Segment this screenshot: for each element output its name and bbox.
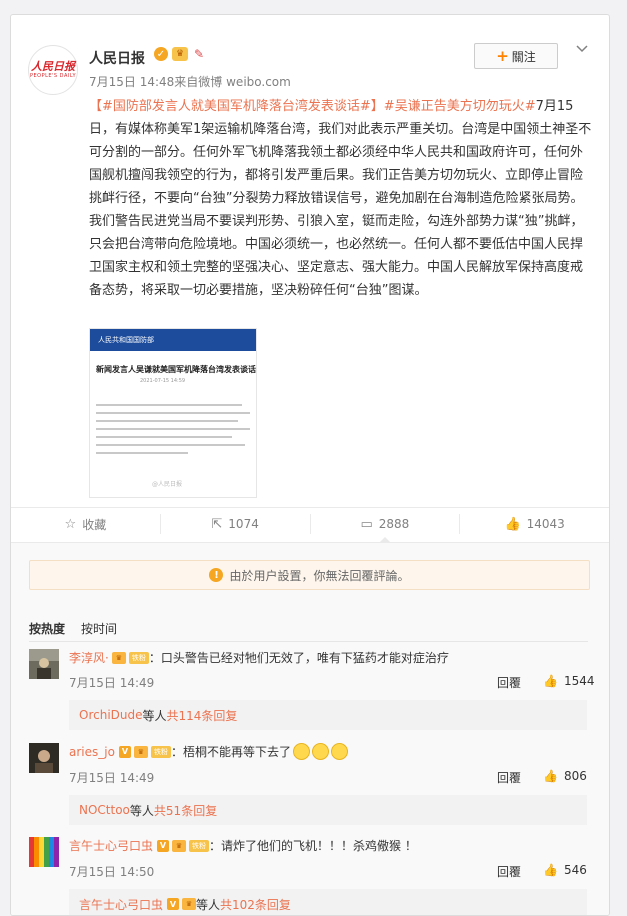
- plus-icon: +: [496, 47, 509, 65]
- comment-text: ：请炸了他们的飞机！！！杀鸡儆猴 ！: [209, 839, 417, 853]
- tab-sort-time[interactable]: 按时间: [81, 620, 117, 637]
- tab-sort-hot[interactable]: 按热度: [29, 620, 65, 637]
- follow-label: 關注: [511, 49, 536, 64]
- thumbs-up-icon: 👍: [504, 516, 521, 532]
- like-button[interactable]: 👍 14043: [459, 514, 609, 534]
- reply-count-link[interactable]: 共114条回复: [167, 707, 238, 724]
- image-header-bar: 人民共和国国防部: [90, 329, 256, 351]
- comment-like-button[interactable]: 👍 806: [543, 769, 587, 783]
- post-body-text: 7月15日，有媒体称美军1架运输机降落台湾，我们对此表示严重关切。台湾是中国领土…: [89, 99, 592, 298]
- weibo-post-card: 人民日报 PEOPLE'S DAILY 人民日报 ✓ ♛ ✎ 7月15日 14:…: [10, 14, 610, 916]
- comments-section: ! 由於用户設置，你無法回覆評論。 按热度 按时间 李淳风· ♛ 铁粉 ：口头警…: [11, 542, 609, 915]
- commenter-name[interactable]: 李淳风·: [69, 649, 109, 666]
- reply-button[interactable]: 回覆: [497, 863, 521, 880]
- chevron-down-icon[interactable]: [574, 41, 590, 57]
- comment-line: aries_jo V ♛ 铁粉 ：梧桐不能再等下去了: [69, 743, 348, 760]
- fan-badge: 铁粉: [150, 745, 171, 758]
- image-date: 2021-07-15 14:59: [140, 378, 186, 384]
- smile-emoji-icon: [292, 743, 310, 760]
- commenter-name[interactable]: aries_jo: [69, 745, 115, 759]
- image-text-lines: [96, 404, 250, 454]
- like-count: 14043: [526, 517, 565, 531]
- avatar-logo-subtext: PEOPLE'S DAILY: [29, 72, 77, 79]
- repost-count: 1074: [228, 517, 259, 531]
- reply-button[interactable]: 回覆: [497, 769, 521, 786]
- reply-mid-text: 等人: [142, 708, 167, 723]
- post-image[interactable]: 人民共和国国防部 新闻发言人吴谦就美国军机降落台湾发表谈话 2021-07-15…: [89, 328, 257, 498]
- reply-count-link[interactable]: 共51条回复: [154, 802, 217, 819]
- thumbs-up-icon: 👍: [543, 863, 558, 877]
- comment-count: 2888: [378, 517, 410, 531]
- repost-button[interactable]: ⇱ 1074: [159, 514, 310, 534]
- smile-emoji-icon: [311, 743, 329, 760]
- comment-line: 言午士心弓口虫 V ♛ 铁粉 ：请炸了他们的飞机！！！杀鸡儆猴 ！: [69, 837, 417, 854]
- gift-icon: ✎: [193, 47, 205, 61]
- author-name[interactable]: 人民日报: [89, 48, 145, 68]
- star-icon: ☆: [64, 516, 77, 532]
- reply-user[interactable]: OrchiDude: [79, 708, 143, 722]
- comment-like-button[interactable]: 👍 546: [543, 863, 587, 877]
- warning-icon: !: [209, 568, 224, 582]
- comment-time: 7月15日 14:49: [69, 676, 155, 690]
- reply-mid-text: 等人: [129, 803, 154, 818]
- avatar-logo-text: 人民日报: [31, 59, 75, 73]
- comment-like-count: 806: [563, 769, 587, 783]
- post-meta: 7月15日 14:48来自微博 weibo.com: [89, 75, 291, 89]
- comment-like-button[interactable]: 👍 1544: [543, 674, 595, 688]
- notice-text: 由於用户設置，你無法回覆評論。: [229, 568, 410, 583]
- verified-icon: ✓: [154, 47, 168, 61]
- verified-icon: V: [157, 839, 170, 852]
- comment-time: 7月15日 14:50: [69, 865, 155, 879]
- repost-icon: ⇱: [211, 516, 223, 532]
- author-avatar[interactable]: 人民日报 PEOPLE'S DAILY: [28, 45, 78, 95]
- avatar[interactable]: [29, 837, 59, 867]
- reply-count-link[interactable]: 共102条回复: [220, 896, 291, 913]
- avatar[interactable]: [29, 649, 59, 679]
- fan-badge: 铁粉: [189, 839, 210, 852]
- post-action-bar: ☆ 收藏 ⇱ 1074 ▭ 2888 👍 14043: [11, 507, 609, 543]
- fan-badge: 铁粉: [128, 651, 149, 664]
- vip-icon: ♛: [133, 745, 148, 758]
- replies-summary[interactable]: NOCttoo 等人 共51条回复: [69, 795, 587, 825]
- verified-icon: V: [167, 898, 180, 910]
- vip-icon: ♛: [111, 651, 126, 664]
- smile-emoji-icon: [330, 743, 348, 760]
- reply-button[interactable]: 回覆: [497, 674, 521, 691]
- comment-button[interactable]: ▭ 2888: [309, 514, 460, 543]
- commenter-name[interactable]: 言午士心弓口虫: [69, 837, 153, 854]
- comment-line: 李淳风· ♛ 铁粉 ：口头警告已经对牠们无效了，唯有下猛药才能对症治疗: [69, 649, 449, 666]
- divider: [29, 641, 588, 642]
- comment-time: 7月15日 14:49: [69, 771, 155, 785]
- replies-summary[interactable]: OrchiDude 等人 共114条回复: [69, 700, 587, 730]
- image-watermark: @人民日报: [152, 481, 183, 488]
- follow-button[interactable]: + 關注: [474, 43, 558, 69]
- author-badges: ✓ ♛ ✎: [154, 47, 206, 61]
- vip-icon: ♛: [172, 839, 187, 852]
- reply-mid-text: 等人: [196, 897, 221, 912]
- comment-text: ：口头警告已经对牠们无效了，唯有下猛药才能对症治疗: [148, 651, 449, 665]
- comment-text: ：梧桐不能再等下去了: [170, 745, 291, 759]
- comment-sort-tabs: 按热度 按时间: [29, 620, 133, 637]
- favorite-button[interactable]: ☆ 收藏: [11, 514, 160, 534]
- hashtag-link[interactable]: #吴谦正告美方切勿玩火#: [384, 99, 536, 114]
- vip-icon: ♛: [172, 47, 188, 61]
- reply-user[interactable]: 言午士心弓口虫: [79, 896, 163, 913]
- post-content: 【#国防部发言人就美国军机降落台湾发表谈话#】#吴谦正告美方切勿玩火#7月15日…: [89, 95, 594, 302]
- comment-like-count: 1544: [563, 674, 595, 688]
- replies-summary[interactable]: 言午士心弓口虫 V ♛ 等人 共102条回复: [69, 889, 587, 915]
- comment-disabled-notice: ! 由於用户設置，你無法回覆評論。: [29, 560, 590, 590]
- hashtag-link[interactable]: 【#国防部发言人就美国军机降落台湾发表谈话#】: [89, 99, 384, 114]
- image-headline: 新闻发言人吴谦就美国军机降落台湾发表谈话: [96, 365, 256, 374]
- avatar[interactable]: [29, 743, 59, 773]
- vip-icon: ♛: [182, 898, 197, 910]
- reply-user[interactable]: NOCttoo: [79, 803, 130, 817]
- comment-like-count: 546: [563, 863, 587, 877]
- favorite-label: 收藏: [82, 517, 107, 532]
- thumbs-up-icon: 👍: [543, 769, 558, 783]
- verified-icon: V: [118, 745, 131, 758]
- comment-icon: ▭: [360, 516, 373, 532]
- thumbs-up-icon: 👍: [543, 674, 558, 688]
